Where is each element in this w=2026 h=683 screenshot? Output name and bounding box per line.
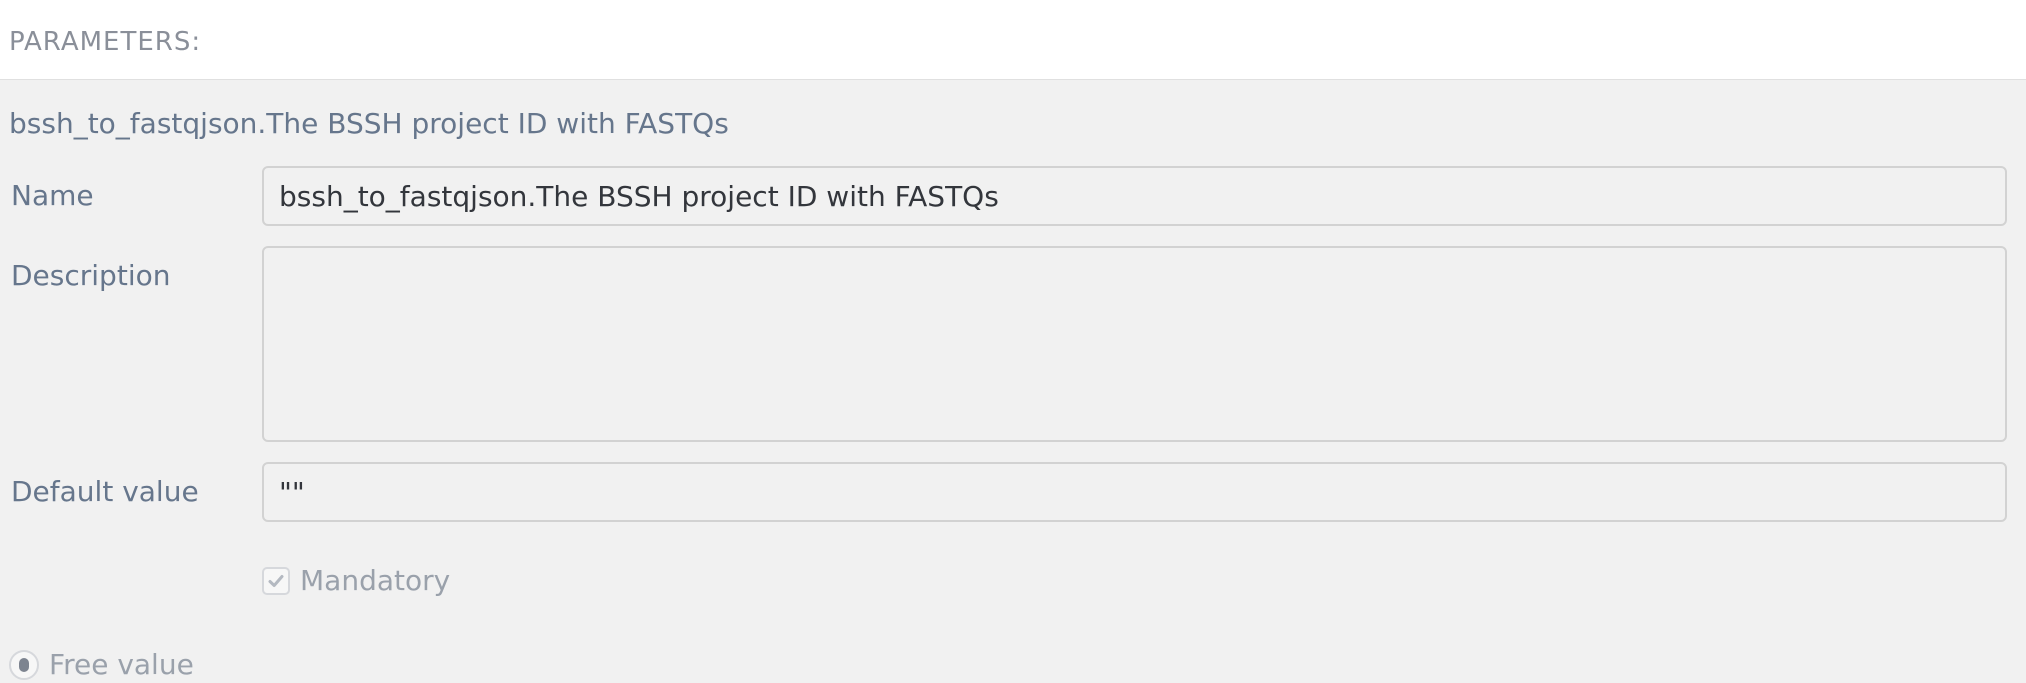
parameters-title: PARAMETERS: [9, 27, 202, 57]
description-label: Description [11, 259, 171, 292]
name-input[interactable] [262, 166, 2007, 226]
radio-selected-dot-icon [19, 658, 29, 672]
mandatory-checkbox-row[interactable]: Mandatory [262, 563, 450, 599]
parameter-heading: bssh_to_fastqjson.The BSSH project ID wi… [9, 107, 729, 140]
mandatory-checkbox[interactable] [262, 567, 290, 595]
mandatory-label: Mandatory [300, 564, 451, 597]
checkmark-icon [268, 575, 284, 587]
default-value-label: Default value [11, 475, 199, 508]
free-value-radio-row[interactable]: Free value [9, 647, 194, 683]
default-value-input[interactable] [262, 462, 2007, 522]
name-label: Name [11, 179, 94, 212]
free-value-label: Free value [49, 648, 194, 681]
parameters-header: PARAMETERS: [0, 0, 2026, 80]
free-value-radio[interactable] [9, 650, 39, 680]
description-textarea[interactable] [262, 246, 2007, 442]
